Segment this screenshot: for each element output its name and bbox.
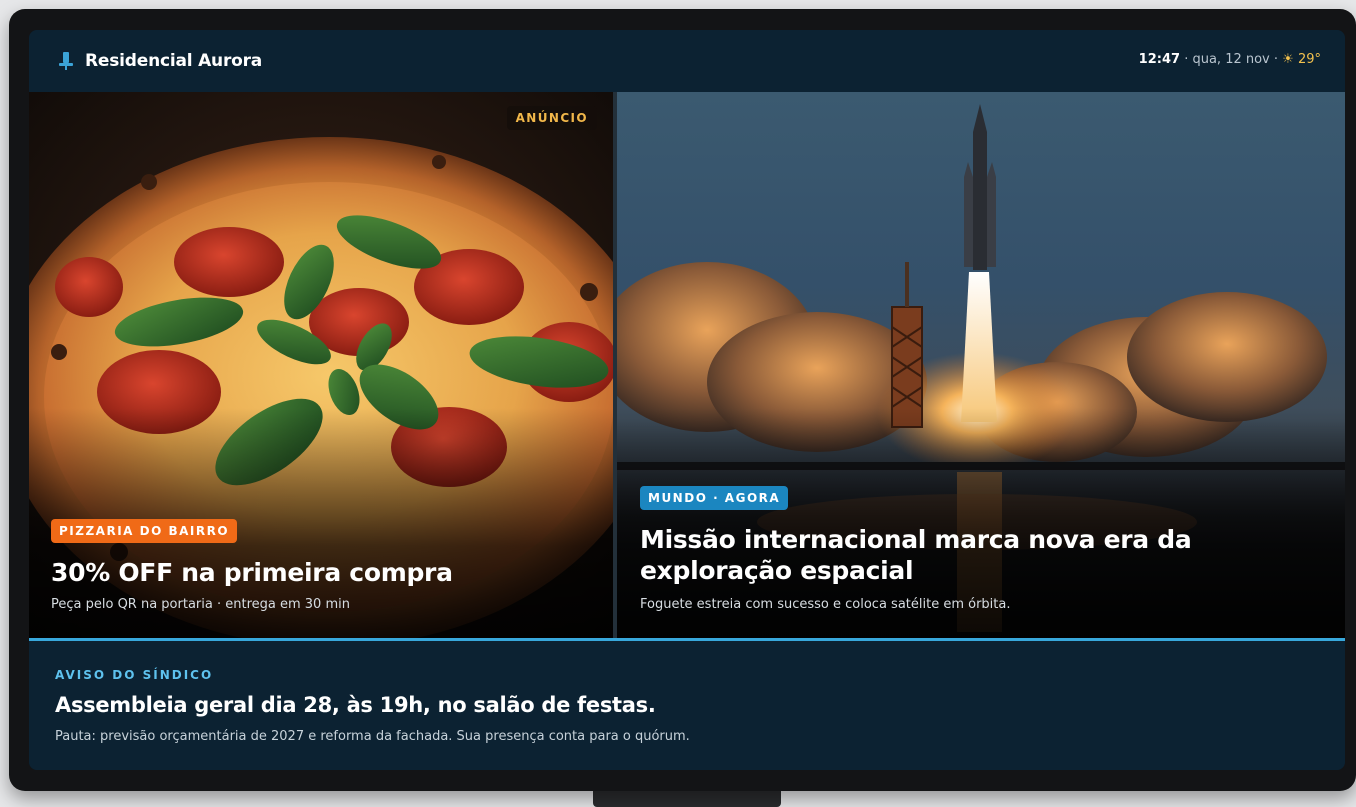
news-subtext: Foguete estreia com sucesso e coloca sat… [640,597,1011,612]
ad-tag: ANÚNCIO [506,106,597,130]
top-bar: Residencial Aurora 12:47 · qua, 12 nov ·… [29,30,1345,92]
notice-title: Assembleia geral dia 28, às 19h, no salã… [55,693,656,717]
advertiser-badge: PIZZARIA DO BAIRRO [51,519,238,543]
date-label: · qua, 12 nov · [1184,52,1279,67]
news-panel[interactable]: MUNDO · AGORA Missão internacional marca… [617,92,1345,638]
sun-icon: ☀ [1282,52,1294,67]
pin-icon [59,52,73,70]
clock-weather: 12:47 · qua, 12 nov · ☀ 29° [1139,52,1321,67]
news-category-badge: MUNDO · AGORA [640,486,789,510]
notice-bar: AVISO DO SÍNDICO Assembleia geral dia 28… [29,641,1345,770]
notice-text: Pauta: previsão orçamentária de 2027 e r… [55,729,690,744]
news-headline: Missão internacional marca nova era da e… [640,525,1192,585]
signage-screen: Residencial Aurora 12:47 · qua, 12 nov ·… [29,30,1345,770]
ad-headline: 30% OFF na primeira compra [51,558,453,587]
ad-subtext: Peça pelo QR na portaria · entrega em 30… [51,597,350,612]
building-name: Residencial Aurora [85,51,263,71]
clock-time: 12:47 [1138,52,1181,67]
ad-panel[interactable]: ANÚNCIO PIZZARIA DO BAIRRO 30% OFF na pr… [29,92,613,638]
temperature: 29° [1297,52,1321,67]
notice-label: AVISO DO SÍNDICO [55,668,214,682]
